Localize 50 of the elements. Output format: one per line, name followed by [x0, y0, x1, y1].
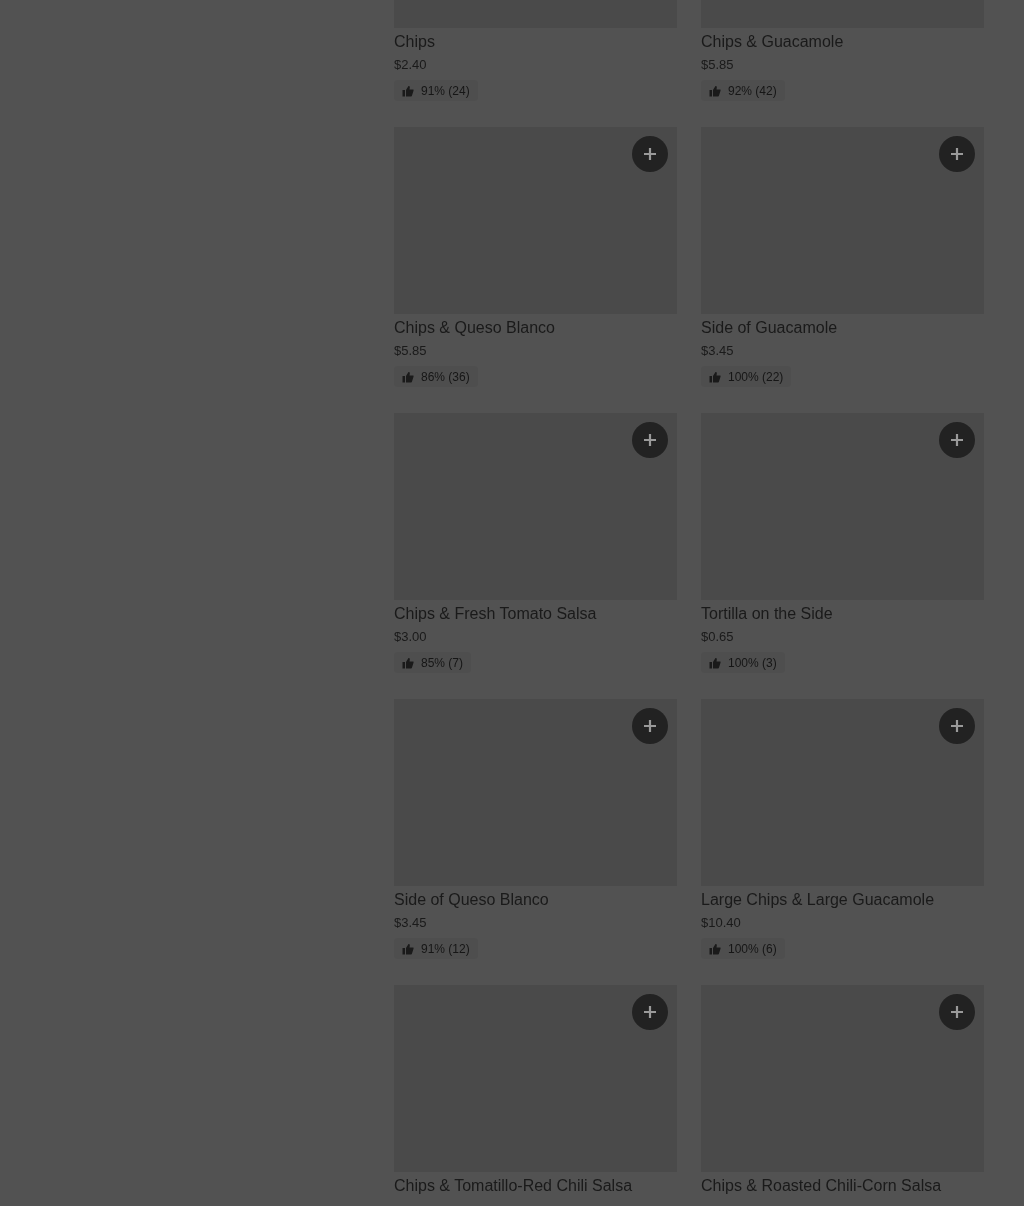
item-price: $0.65	[701, 628, 735, 646]
rating-text: 100% (6)	[728, 942, 777, 955]
add-button[interactable]	[939, 994, 975, 1030]
plus-icon	[644, 148, 656, 160]
item-name: Chips & Roasted Chili-Corn Salsa	[701, 1176, 943, 1196]
plus-icon	[951, 434, 963, 446]
item-price: $3.00	[394, 628, 428, 646]
thumbs-up-icon	[709, 942, 721, 955]
item-price: $3.45	[394, 914, 428, 932]
item-name: Side of Guacamole	[701, 318, 839, 338]
item-name: Side of Queso Blanco	[394, 890, 550, 910]
add-button[interactable]	[939, 708, 975, 744]
thumbs-up-icon	[402, 942, 414, 955]
item-name: Chips & Guacamole	[701, 32, 845, 52]
item-name: Chips & Tomatillo-Red Chili Salsa	[394, 1176, 634, 1196]
rating-text: 85% (7)	[421, 656, 464, 669]
plus-icon	[951, 148, 963, 160]
plus-icon	[644, 434, 656, 446]
rating-text: 100% (3)	[728, 656, 777, 669]
item-name: Chips	[394, 32, 436, 52]
rating-text: 86% (36)	[421, 370, 470, 383]
add-button[interactable]	[939, 422, 975, 458]
item-price: $5.85	[394, 342, 428, 360]
rating-text: 100% (22)	[728, 370, 784, 383]
thumbs-up-icon	[709, 84, 721, 97]
item-name: Chips & Fresh Tomato Salsa	[394, 604, 598, 624]
item-price: $5.85	[701, 56, 735, 74]
rating-text: 91% (12)	[421, 942, 470, 955]
thumbs-up-icon	[402, 656, 414, 669]
plus-icon	[951, 1006, 963, 1018]
item-price: $3.45	[701, 342, 735, 360]
item-name: Large Chips & Large Guacamole	[701, 890, 936, 910]
plus-icon	[644, 1006, 656, 1018]
rating-text: 91% (24)	[421, 84, 470, 97]
thumbs-up-icon	[709, 370, 721, 383]
add-button[interactable]	[939, 136, 975, 172]
item-price: $2.40	[394, 56, 428, 74]
item-price: $10.40	[701, 914, 742, 932]
add-button[interactable]	[632, 136, 668, 172]
item-name: Tortilla on the Side	[701, 604, 834, 624]
add-button[interactable]	[632, 422, 668, 458]
plus-icon	[951, 720, 963, 732]
plus-icon	[644, 720, 656, 732]
thumbs-up-icon	[709, 656, 721, 669]
thumbs-up-icon	[402, 84, 414, 97]
thumbs-up-icon	[402, 370, 414, 383]
item-name: Chips & Queso Blanco	[394, 318, 556, 338]
add-button[interactable]	[632, 708, 668, 744]
rating-text: 92% (42)	[728, 84, 777, 97]
add-button[interactable]	[632, 994, 668, 1030]
